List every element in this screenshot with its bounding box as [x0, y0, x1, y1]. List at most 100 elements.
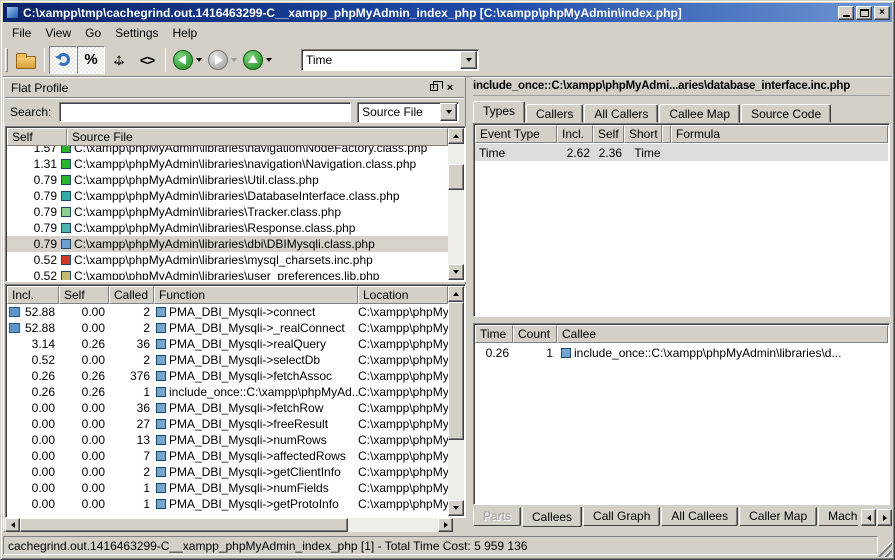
tab-scroll-left-button[interactable] [861, 509, 876, 526]
tab[interactable]: Callers [526, 104, 583, 123]
scrollbar-thumb[interactable] [448, 302, 464, 440]
tab[interactable]: Call Graph [583, 507, 660, 526]
source-table-scrollbar[interactable] [448, 128, 464, 280]
column-header-callee[interactable]: Callee [557, 325, 888, 343]
column-header-called[interactable]: Called [109, 286, 154, 304]
dock-float-button[interactable] [426, 81, 442, 95]
tab[interactable]: Callee Map [659, 104, 740, 123]
column-header-self[interactable]: Self [7, 128, 67, 146]
cost-bar-icon [9, 307, 20, 317]
function-row[interactable]: 0.00 0.00 2 PMA_DBI_Mysqli->getClientInf… [7, 464, 448, 480]
tab[interactable]: Callees [522, 507, 582, 527]
column-header-incl[interactable]: Incl. [7, 286, 59, 304]
column-header-incl[interactable]: Incl. [557, 125, 593, 143]
maximize-button[interactable] [856, 6, 872, 20]
dock-title: Flat Profile [11, 81, 426, 95]
minimize-button[interactable] [838, 6, 854, 20]
function-row[interactable]: 0.26 0.26 376 PMA_DBI_Mysqli->fetchAssoc… [7, 368, 448, 384]
function-row[interactable]: 0.26 0.26 1 include_once::C:\xampp\phpMy… [7, 384, 448, 400]
scrollbar-thumb[interactable] [20, 518, 348, 532]
forward-button[interactable] [205, 46, 240, 74]
source-file-row[interactable]: 0.52 C:\xampp\phpMyAdmin\libraries\mysql… [7, 252, 448, 268]
event-type-row[interactable]: Time 2.62 2.36 Time [475, 144, 888, 161]
scroll-up-button[interactable] [448, 128, 464, 144]
scroll-up-button[interactable] [448, 286, 464, 302]
source-file-row[interactable]: 0.79 C:\xampp\phpMyAdmin\libraries\Track… [7, 204, 448, 220]
column-header-formula[interactable]: Formula [671, 125, 888, 143]
menu-item[interactable]: File [5, 24, 38, 42]
source-file-row[interactable]: 1.57 C:\xampp\phpMyAdmin\libraries\navig… [7, 146, 448, 156]
column-header-location[interactable]: Location [358, 286, 448, 304]
source-file-row[interactable]: 0.79 C:\xampp\phpMyAdmin\libraries\Datab… [7, 188, 448, 204]
scroll-down-button[interactable] [448, 264, 464, 280]
column-header-short[interactable]: Short [624, 125, 662, 143]
function-row[interactable]: 0.00 0.00 1 PMA_DBI_Mysqli->getProtoInfo… [7, 496, 448, 512]
close-button[interactable]: × [874, 6, 890, 20]
function-name: PMA_DBI_Mysqli->fetchRow [169, 401, 323, 415]
tab-scroll-right-button[interactable] [877, 509, 892, 526]
time-value: 0.26 [475, 346, 513, 360]
column-header-self[interactable]: Self [59, 286, 109, 304]
menu-item[interactable]: Settings [108, 24, 165, 42]
function-row[interactable]: 52.88 0.00 2 PMA_DBI_Mysqli->connect C:\… [7, 304, 448, 320]
tab[interactable]: Machine Code [818, 507, 858, 526]
tab[interactable]: Source Code [741, 104, 831, 123]
open-file-button[interactable] [12, 46, 40, 74]
tab[interactable]: Parts [473, 507, 521, 526]
source-file-row[interactable]: 0.79 C:\xampp\phpMyAdmin\libraries\dbi\D… [7, 236, 448, 252]
maximize-icon [860, 9, 869, 17]
relative-percent-toggle[interactable]: % [77, 46, 105, 74]
tab[interactable]: Types [473, 101, 525, 123]
grouping-combobox[interactable]: Source File [357, 102, 459, 123]
expand-areas-button[interactable]: ↔↕ [105, 46, 133, 74]
source-file-path: C:\xampp\phpMyAdmin\libraries\navigation… [74, 157, 416, 171]
callee-row[interactable]: 0.26 1 include_once::C:\xampp\phpMyAdmin… [475, 344, 888, 361]
function-row[interactable]: 0.52 0.00 2 PMA_DBI_Mysqli->selectDb C:\… [7, 352, 448, 368]
function-row[interactable]: 0.00 0.00 27 PMA_DBI_Mysqli->freeResult … [7, 416, 448, 432]
tab[interactable]: All Callees [661, 507, 738, 526]
menu-item[interactable]: View [38, 24, 78, 42]
scrollbar-thumb[interactable] [448, 164, 464, 190]
function-row[interactable]: 0.00 0.00 13 PMA_DBI_Mysqli->numRows C:\… [7, 432, 448, 448]
tab-label: Callers [536, 107, 573, 121]
up-button[interactable] [240, 46, 275, 74]
combo-dropdown-button[interactable] [440, 103, 457, 121]
column-header-function[interactable]: Function [154, 286, 358, 304]
toolbar-grip[interactable] [5, 48, 8, 72]
source-file-row[interactable]: 0.79 C:\xampp\phpMyAdmin\libraries\Util.… [7, 172, 448, 188]
tab-label: Callee Map [669, 107, 730, 121]
function-row[interactable]: 52.88 0.00 2 PMA_DBI_Mysqli->_realConnec… [7, 320, 448, 336]
column-header-source-file[interactable]: Source File [67, 128, 448, 146]
scroll-left-button[interactable] [5, 518, 20, 532]
function-row[interactable]: 0.00 0.00 1 PMA_DBI_Mysqli->numFields C:… [7, 480, 448, 496]
column-header-event-type[interactable]: Event Type [475, 125, 557, 143]
tab[interactable]: All Callers [584, 104, 658, 123]
scroll-right-button[interactable] [438, 518, 453, 532]
function-row[interactable]: 0.00 0.00 7 PMA_DBI_Mysqli->affectedRows… [7, 448, 448, 464]
function-table-scrollbar[interactable] [448, 286, 464, 516]
tab-label: All Callees [671, 509, 728, 523]
event-type-combobox[interactable]: Time [301, 49, 479, 71]
column-header-time[interactable]: Time [475, 325, 513, 343]
column-header-count[interactable]: Count [513, 325, 557, 343]
types-table-header: Event Type Incl. Self Short Formula [475, 125, 888, 144]
combo-dropdown-button[interactable] [460, 51, 477, 69]
dock-close-button[interactable]: × [442, 81, 458, 95]
source-file-row[interactable]: 0.52 C:\xampp\phpMyAdmin\libraries\user_… [7, 268, 448, 280]
search-input[interactable] [59, 102, 351, 122]
menu-item[interactable]: Help [166, 24, 205, 42]
reload-button[interactable] [49, 46, 77, 74]
column-header-self[interactable]: Self [593, 125, 624, 143]
horizontal-scrollbar[interactable] [5, 518, 453, 532]
function-row[interactable]: 3.14 0.26 36 PMA_DBI_Mysqli->realQuery C… [7, 336, 448, 352]
menu-item[interactable]: Go [78, 24, 108, 42]
function-row[interactable]: 0.00 0.00 36 PMA_DBI_Mysqli->fetchRow C:… [7, 400, 448, 416]
main-area: Flat Profile × Search: Source File Self … [3, 77, 892, 532]
tab[interactable]: Caller Map [739, 507, 817, 526]
source-file-row[interactable]: 0.79 C:\xampp\phpMyAdmin\libraries\Respo… [7, 220, 448, 236]
cycle-detection-button[interactable]: <> [133, 46, 161, 74]
back-button[interactable] [170, 46, 205, 74]
source-file-row[interactable]: 1.31 C:\xampp\phpMyAdmin\libraries\navig… [7, 156, 448, 172]
resize-grip[interactable] [878, 538, 892, 557]
scroll-down-button[interactable] [448, 500, 464, 516]
